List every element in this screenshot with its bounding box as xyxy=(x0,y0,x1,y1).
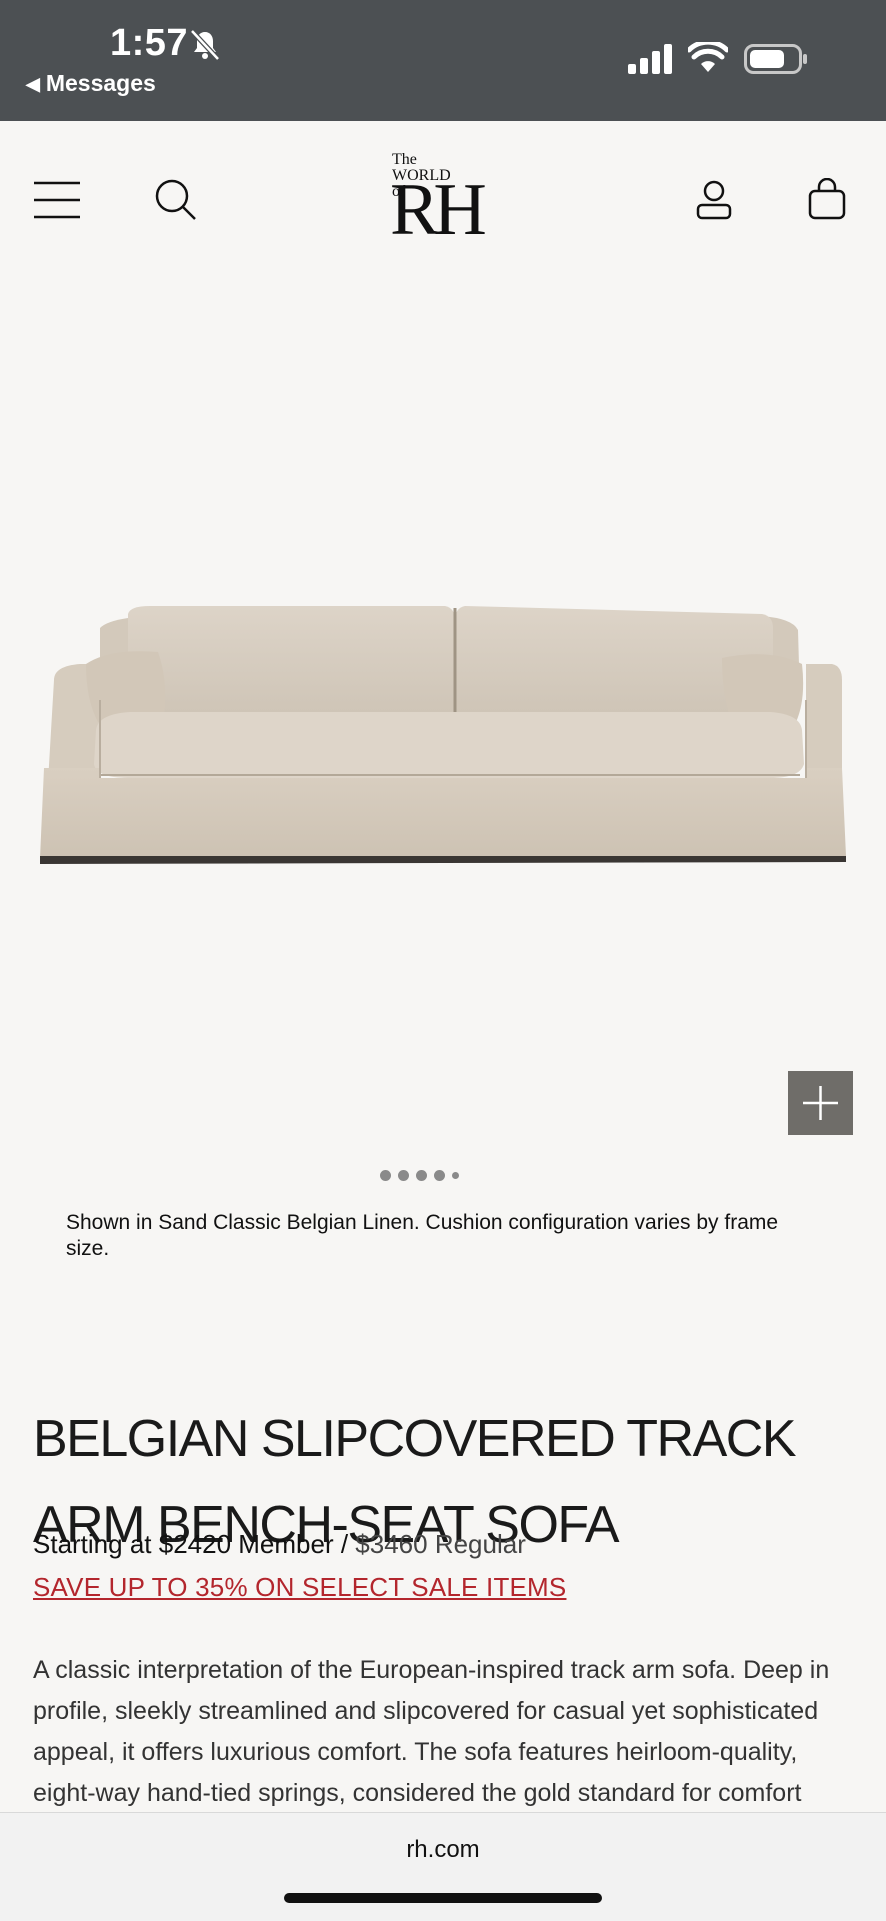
carousel-dot[interactable] xyxy=(452,1172,459,1179)
price-line: Starting at $2420 Member / $3460 Regular xyxy=(33,1529,526,1560)
account-icon[interactable] xyxy=(694,180,734,220)
cellular-signal-icon xyxy=(628,44,672,74)
carousel-dot[interactable] xyxy=(380,1170,391,1181)
product-description: A classic interpretation of the European… xyxy=(33,1656,830,1807)
url-bar[interactable]: rh.com xyxy=(0,1836,886,1864)
search-icon[interactable] xyxy=(154,178,198,222)
carousel-dot[interactable] xyxy=(434,1170,445,1181)
clock: 1:57 xyxy=(110,22,189,64)
battery-icon xyxy=(744,44,807,74)
logo-large-text: RH xyxy=(390,169,487,251)
sale-link[interactable]: SAVE UP TO 35% ON SELECT SALE ITEMS xyxy=(33,1572,566,1603)
status-bar: 1:57 ◀ Messages xyxy=(0,0,886,121)
browser-bottom-bar xyxy=(0,1812,886,1921)
rh-logo[interactable]: The WORLD of RH xyxy=(388,150,498,251)
carousel-dot[interactable] xyxy=(416,1170,427,1181)
back-label: Messages xyxy=(45,70,156,96)
home-indicator[interactable] xyxy=(284,1893,602,1903)
product-image-carousel[interactable] xyxy=(0,300,886,1180)
carousel-dot[interactable] xyxy=(398,1170,409,1181)
sofa-image xyxy=(40,606,846,864)
member-price: Starting at $2420 Member / xyxy=(33,1529,349,1559)
menu-icon[interactable] xyxy=(34,180,82,220)
plus-icon xyxy=(803,1086,838,1120)
wifi-icon xyxy=(688,42,728,72)
zoom-button[interactable] xyxy=(788,1071,853,1135)
cart-icon[interactable] xyxy=(808,178,846,220)
regular-price: $3460 Regular xyxy=(355,1529,526,1559)
image-caption: Shown in Sand Classic Belgian Linen. Cus… xyxy=(66,1211,779,1260)
back-triangle-icon: ◀ xyxy=(26,74,40,94)
back-to-messages[interactable]: ◀ Messages xyxy=(26,70,156,97)
carousel-dots xyxy=(380,1170,470,1182)
bell-slash-icon xyxy=(190,29,220,61)
